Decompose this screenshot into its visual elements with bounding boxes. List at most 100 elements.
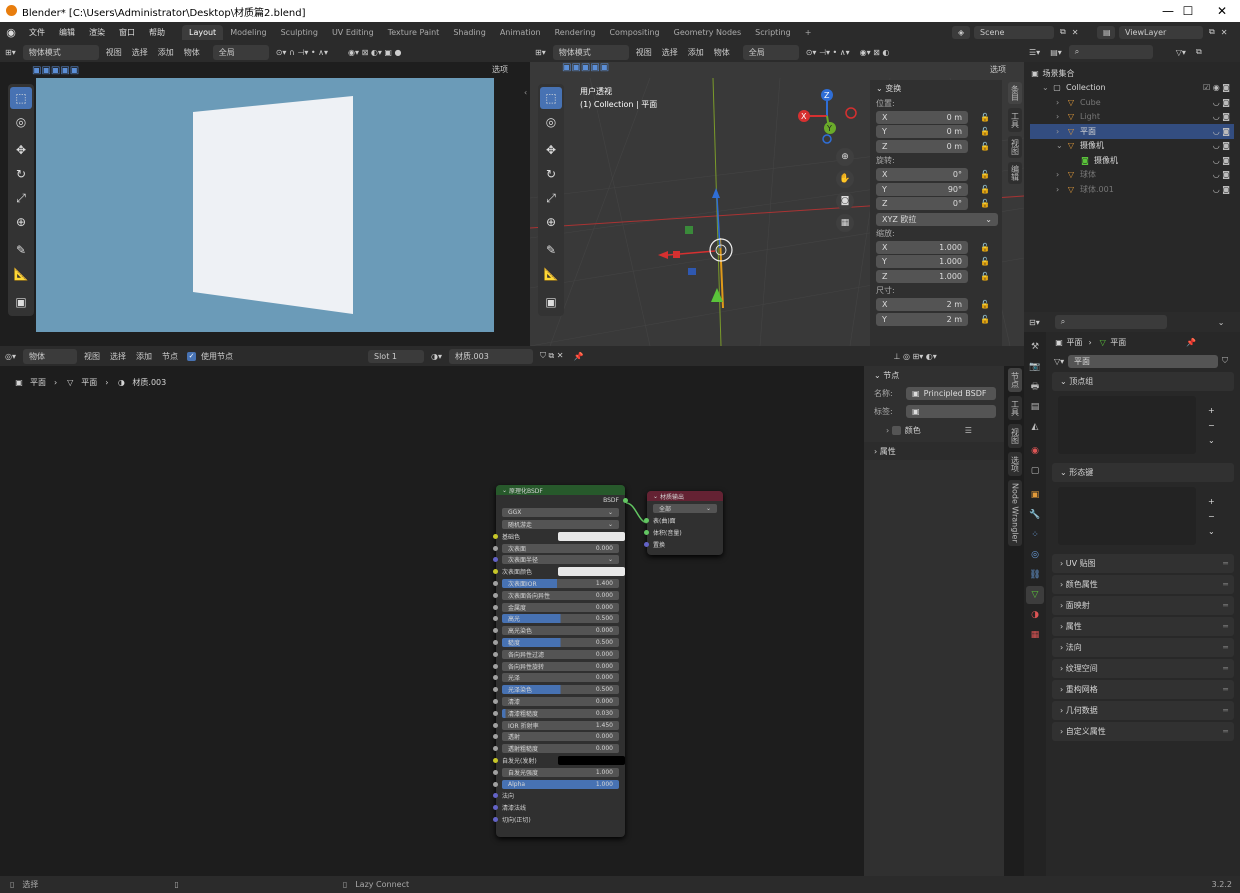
viewport-transform-orientation[interactable]: 全局 [742,44,799,60]
workspace-tab-scripting[interactable]: Scripting [748,25,798,40]
navigation-gizmo[interactable]: Z X Y [796,86,862,146]
property-section-0[interactable]: › UV 贴图 ═ [1052,554,1234,573]
input-socket[interactable] [493,757,498,763]
options-menu[interactable]: 选项 [492,64,508,75]
lock-icon[interactable]: 🔓 [980,127,990,136]
menu-item-4[interactable]: 帮助 [142,27,172,38]
viewlayer-icon[interactable]: ▤ [1097,25,1115,39]
input-socket[interactable] [493,805,498,811]
bsdf-value-field-20[interactable]: 自发光强度 1.000 [502,767,619,777]
fake-user-icon[interactable]: ⛉ [1222,356,1228,366]
outliner-item[interactable]: › ▽ 球体.001 ◡ ◙ [1030,182,1234,197]
rotation-mode-select[interactable]: XYZ 欧拉 ⌄ [876,213,998,226]
camera-view-menu-1[interactable]: 选择 [127,47,153,58]
outliner-item[interactable]: › ▽ Light ◡ ◙ [1030,110,1234,125]
property-section-1[interactable]: › 颜色属性 ═ [1052,575,1234,594]
select-box-icon[interactable]: ▣▣▣▣▣ [32,65,79,76]
viewport-menu-2[interactable]: 添加 [683,47,709,58]
input-socket[interactable] [493,722,498,728]
visibility-icon[interactable]: ◡ ◙ [1213,141,1230,150]
workspace-tab-animation[interactable]: Animation [493,25,548,40]
node-color-row[interactable]: › 颜色 ☰ [864,420,1004,440]
input-socket[interactable] [493,781,498,787]
input-socket[interactable] [493,639,498,645]
scale-icon[interactable]: ⤢ [540,187,562,209]
property-section-8[interactable]: › 自定义属性 ═ [1052,722,1234,741]
modifier-icon[interactable]: 🔧 [1026,506,1044,524]
scene-browse-icon[interactable]: ◈ [952,25,970,39]
move-icon[interactable]: ✥ [540,139,562,161]
properties-search-input[interactable]: ⌕ [1054,315,1167,329]
scale-icon[interactable]: ⤢ [10,187,32,209]
workspace-tab-compositing[interactable]: Compositing [602,25,666,40]
node-editor[interactable]: ◎▾ 物体 视图 选择 添加 节点 ✓ 使用节点 Slot 1 ◑▾ 材质.003 ⛉… [0,346,1024,876]
add-vertex-group-icon[interactable]: + [1208,406,1215,415]
add-cube-icon[interactable]: ▣ [10,291,32,313]
display-mode-icon[interactable]: ▤▾ [1045,48,1067,57]
input-socket[interactable] [493,557,498,563]
visibility-icon[interactable]: ☑ ◉ ◙ [1203,83,1230,92]
shape-keys-header[interactable]: ⌄ 形态键 [1052,463,1234,482]
snap-icon[interactable]: ⊙▾ ∩ ⊣▾ • ∧▾ [271,48,333,57]
workspace-tab-modeling[interactable]: Modeling [223,25,273,40]
side-tab-1[interactable]: 工具 [1008,396,1022,420]
output-node-header[interactable]: ⌄ 材质输出 [647,491,723,501]
node-name-field[interactable]: ▣ Principled BSDF [906,386,996,400]
side-tab-0[interactable]: 条目 [1008,82,1022,104]
color-swatch[interactable] [557,567,625,577]
data-icon[interactable]: ▽ [1026,586,1044,604]
vertex-group-menu-icon[interactable]: ⌄ [1208,436,1215,445]
object-props-icon[interactable]: ▣ [1026,486,1044,504]
cursor-icon[interactable]: ◎ [540,111,562,133]
material-icon[interactable]: ◑ [1026,606,1044,624]
node-color-checkbox[interactable] [891,425,901,435]
output-input-socket[interactable] [644,518,649,524]
workspace-tab-layout[interactable]: Layout [182,24,224,40]
disclosure-triangle-icon[interactable]: › [1056,98,1066,107]
drag-handle-icon[interactable]: ═ [1223,580,1228,589]
scene-selector[interactable]: Scene [974,25,1054,39]
bsdf-value-field-9[interactable]: 糙度 0.500 [502,637,619,647]
lock-icon[interactable]: 🔓 [980,185,990,194]
pan-hand-icon[interactable]: ✋ [836,170,854,188]
input-socket[interactable] [493,734,498,740]
workspace-tab-sculpting[interactable]: Sculpting [274,25,325,40]
bsdf-node-header[interactable]: ⌄ 原理化BSDF [496,485,625,495]
input-socket[interactable] [493,687,498,693]
drag-handle-icon[interactable]: ═ [1223,559,1228,568]
transform-panel-header[interactable]: ⌄ 变换 [870,80,1002,96]
properties-pin-icon[interactable]: 📌 [1186,338,1196,347]
bsdf-value-field-6[interactable]: 金属度 0.000 [502,602,619,612]
npanel-scale-field-0[interactable]: X 1.000 [876,240,968,254]
camera-viewport[interactable]: ⊞▾ 物体模式 视图 选择 添加 物体 全局 ⊙▾ ∩ ⊣▾ • ∧▾ ◉▾ ⊠ ◐▾… [0,42,530,346]
transform-orientation[interactable]: 全局 [212,44,269,60]
npanel-rotation-field-2[interactable]: Z 0° [876,197,968,211]
input-socket[interactable] [493,769,498,775]
outliner-type-icon[interactable]: ☰▾ [1024,48,1045,57]
input-socket[interactable] [493,604,498,610]
move-icon[interactable]: ✥ [10,139,32,161]
bsdf-value-field-14[interactable]: 清漆 0.000 [502,696,619,706]
close-button[interactable]: ✕ [1202,0,1240,22]
bsdf-value-field-8[interactable]: 高光染色 0.000 [502,626,619,636]
bsdf-value-field-5[interactable]: 次表面各向异性 0.000 [502,590,619,600]
node-panel-header[interactable]: ⌄ 节点 [864,366,1004,384]
rotate-icon[interactable]: ↻ [540,163,562,185]
viewport-menu-1[interactable]: 选择 [657,47,683,58]
disclosure-triangle-icon[interactable]: › [1056,127,1066,136]
input-socket[interactable] [493,651,498,657]
add-shape-key-icon[interactable]: + [1208,497,1215,506]
lock-icon[interactable]: 🔓 [980,300,990,309]
lock-icon[interactable]: 🔓 [980,257,990,266]
bsdf-value-field-13[interactable]: 光泽染色 0.500 [502,685,619,695]
drag-handle-icon[interactable]: ═ [1223,643,1228,652]
vertex-groups-list[interactable] [1058,396,1196,454]
viewport-menu-3[interactable]: 物体 [709,47,735,58]
bsdf-value-field-1[interactable]: 次表面 0.000 [502,543,619,553]
annotate-icon[interactable]: ✎ [10,239,32,261]
npanel-scale-field-1[interactable]: Y 1.000 [876,255,968,269]
remove-shape-key-icon[interactable]: − [1208,512,1215,521]
npanel-location-field-2[interactable]: Z 0 m [876,139,968,153]
menu-item-0[interactable]: 文件 [22,27,52,38]
output-input-socket[interactable] [644,541,649,547]
